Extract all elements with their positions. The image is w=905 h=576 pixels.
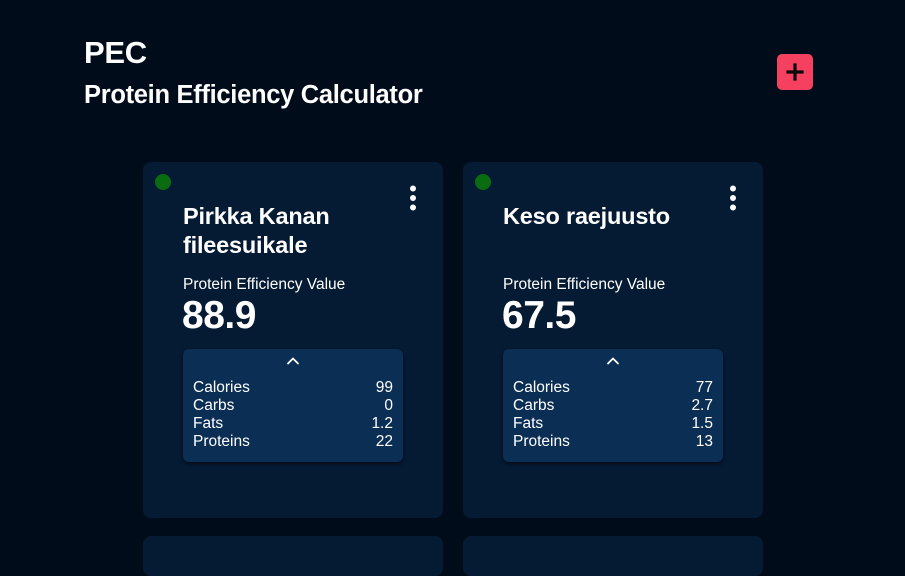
- food-card: Keso raejuusto Protein Efficiency Value …: [463, 162, 763, 518]
- nutrient-value: 22: [375, 433, 393, 450]
- nutrient-label: Carbs: [193, 397, 235, 414]
- app-subtitle: Protein Efficiency Calculator: [84, 81, 423, 109]
- nutrition-panel: Calories 77 Carbs 2.7 Fats 1.5 Proteins …: [503, 349, 723, 462]
- nutrient-row-proteins: Proteins 22: [193, 433, 393, 451]
- nutrient-label: Fats: [193, 415, 224, 432]
- plus-icon: [786, 63, 804, 81]
- nutrient-label: Proteins: [193, 433, 250, 450]
- nutrient-label: Calories: [193, 379, 250, 396]
- nutrient-value: 1.5: [691, 415, 713, 432]
- food-card: Pirkka Kanan fileesuikale Protein Effici…: [143, 162, 443, 518]
- status-dot: [475, 174, 491, 190]
- nutrient-row-calories: Calories 77: [513, 379, 713, 397]
- nutrient-label: Carbs: [513, 397, 555, 414]
- nutrient-value: 0: [384, 397, 393, 414]
- nutrient-row-fats: Fats 1.5: [513, 415, 713, 433]
- nutrient-value: 99: [375, 379, 393, 396]
- nutrient-value: 13: [695, 433, 713, 450]
- food-card-partial: [463, 536, 763, 576]
- food-card-partial: [143, 536, 443, 576]
- card-menu-button[interactable]: [401, 184, 425, 212]
- nutrient-row-proteins: Proteins 13: [513, 433, 713, 451]
- collapse-toggle[interactable]: [283, 353, 303, 367]
- kebab-menu-icon: [730, 185, 736, 211]
- nutrient-row-carbs: Carbs 0: [193, 397, 393, 415]
- nutrient-value: 77: [695, 379, 713, 396]
- nutrient-row-carbs: Carbs 2.7: [513, 397, 713, 415]
- nutrient-row-fats: Fats 1.2: [193, 415, 393, 433]
- pe-value: 67.5: [502, 294, 576, 337]
- collapse-toggle[interactable]: [603, 353, 623, 367]
- nutrient-label: Fats: [513, 415, 544, 432]
- food-name: Keso raejuusto: [503, 203, 670, 229]
- nutrient-label: Calories: [513, 379, 570, 396]
- kebab-menu-icon: [410, 185, 416, 211]
- nutrient-value: 1.2: [371, 415, 393, 432]
- add-food-button[interactable]: [777, 54, 813, 90]
- pe-label: Protein Efficiency Value: [503, 276, 666, 293]
- pe-value: 88.9: [182, 294, 256, 337]
- nutrient-row-calories: Calories 99: [193, 379, 393, 397]
- card-menu-button[interactable]: [721, 184, 745, 212]
- food-name: Pirkka Kanan fileesuikale: [183, 203, 330, 258]
- app-title: PEC: [84, 35, 147, 70]
- chevron-up-icon: [607, 357, 619, 364]
- chevron-up-icon: [287, 357, 299, 364]
- pe-label: Protein Efficiency Value: [183, 276, 346, 293]
- nutrition-panel: Calories 99 Carbs 0 Fats 1.2 Proteins 22: [183, 349, 403, 462]
- status-dot: [155, 174, 171, 190]
- nutrient-value: 2.7: [691, 397, 713, 414]
- nutrient-label: Proteins: [513, 433, 570, 450]
